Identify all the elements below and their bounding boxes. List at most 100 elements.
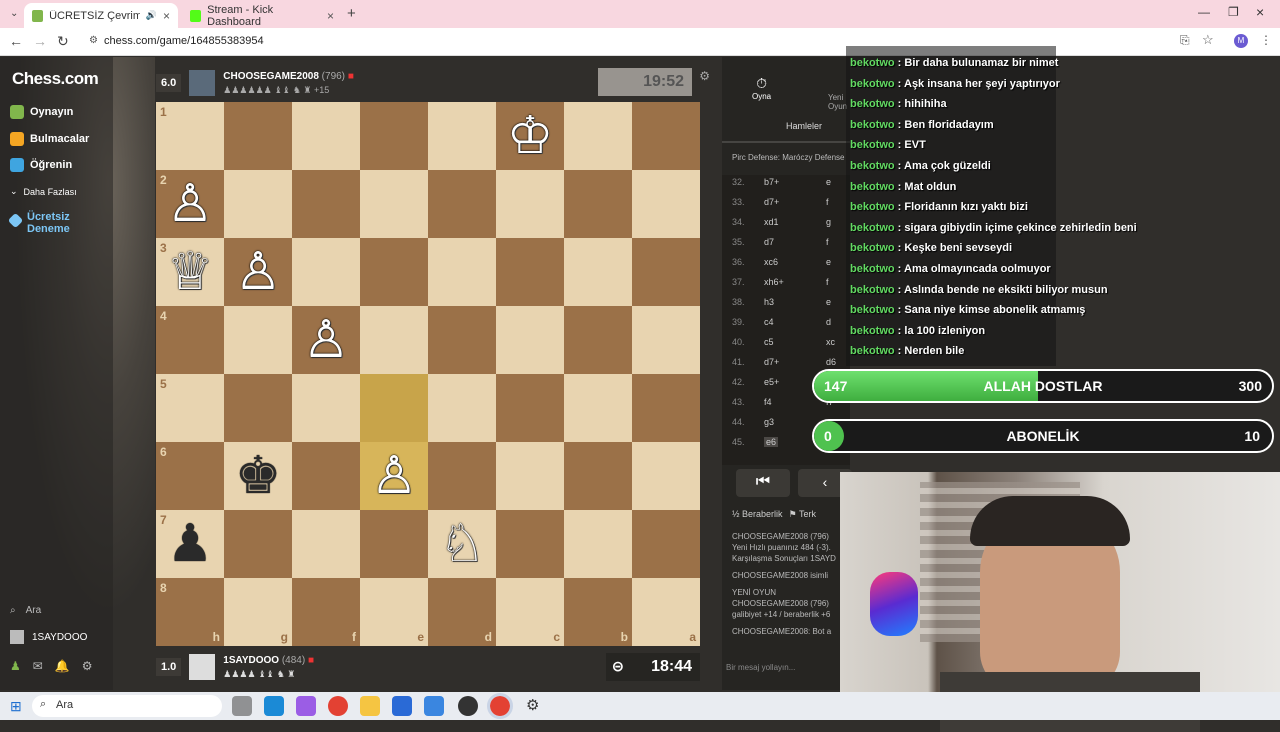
square-e2[interactable]: [360, 170, 428, 238]
square-h3[interactable]: 3 ♕: [156, 238, 224, 306]
opening-name[interactable]: Pirc Defense: Maróczy Defense: [732, 153, 850, 162]
square-a3[interactable]: [632, 238, 700, 306]
square-d3[interactable]: [428, 238, 496, 306]
move-row[interactable]: 35. d7 f: [732, 237, 829, 247]
audio-icon[interactable]: 🔊: [146, 10, 157, 21]
white-move[interactable]: f4: [764, 397, 816, 407]
copilot-icon[interactable]: [296, 696, 316, 716]
square-b8[interactable]: b: [564, 578, 632, 646]
white-move[interactable]: xd1: [764, 217, 816, 227]
square-e5[interactable]: [360, 374, 428, 442]
square-h6[interactable]: 6: [156, 442, 224, 510]
square-c8[interactable]: c: [496, 578, 564, 646]
white-piece[interactable]: ♙: [224, 238, 292, 306]
square-c1[interactable]: ♔: [496, 102, 564, 170]
black-move[interactable]: f: [826, 197, 829, 207]
move-row[interactable]: 39. c4 d: [732, 317, 831, 327]
reload-icon[interactable]: ↻: [57, 33, 69, 50]
resign-button[interactable]: ⚑ Terk: [789, 509, 816, 520]
square-f1[interactable]: [292, 102, 360, 170]
white-piece[interactable]: ♙: [156, 170, 224, 238]
black-move[interactable]: f: [826, 277, 829, 287]
sidebar-item-learn[interactable]: Öğrenin: [10, 158, 72, 172]
settings-icon[interactable]: ⚙: [82, 659, 93, 673]
move-row[interactable]: 45. e6: [732, 437, 788, 447]
white-move[interactable]: h3: [764, 297, 816, 307]
square-g5[interactable]: [224, 374, 292, 442]
square-e4[interactable]: [360, 306, 428, 374]
store-icon[interactable]: [424, 696, 444, 716]
square-b1[interactable]: [564, 102, 632, 170]
white-move[interactable]: xc6: [764, 257, 816, 267]
black-piece[interactable]: ♟: [156, 510, 224, 578]
windows-start-icon[interactable]: ⊞: [10, 698, 22, 715]
move-row[interactable]: 33. d7+ f: [732, 197, 829, 207]
forward-icon[interactable]: →: [33, 33, 47, 49]
settings-icon[interactable]: ⚙: [526, 696, 539, 714]
sidebar-item-puzzles[interactable]: Bulmacalar: [10, 132, 89, 146]
black-piece[interactable]: ♚: [224, 442, 292, 510]
chess-board[interactable]: 1 ♔ 2 ♙ 3 ♕ ♙ 4 ♙ 5 6 ♚ ♙ 7 ♟ ♘ 8 h g f e d c b a: [156, 102, 700, 646]
square-e1[interactable]: [360, 102, 428, 170]
chrome-icon[interactable]: [328, 696, 348, 716]
sidebar-item-play[interactable]: Oynayın: [10, 105, 73, 119]
square-f8[interactable]: f: [292, 578, 360, 646]
square-a5[interactable]: [632, 374, 700, 442]
white-move[interactable]: e6: [764, 437, 779, 447]
sidebar-search[interactable]: ⌕ Ara: [10, 605, 41, 616]
square-g6[interactable]: ♚: [224, 442, 292, 510]
square-e8[interactable]: e: [360, 578, 428, 646]
first-move-button[interactable]: ⏮: [736, 469, 790, 497]
white-piece[interactable]: ♙: [292, 306, 360, 374]
player-name[interactable]: CHOOSEGAME2008: [223, 71, 319, 82]
tab-kick[interactable]: Stream - Kick Dashboard ×: [182, 3, 342, 28]
square-a2[interactable]: [632, 170, 700, 238]
settings-icon[interactable]: ⚙: [699, 69, 710, 83]
task-view-icon[interactable]: [232, 696, 252, 716]
chrome-profile-icon[interactable]: [487, 693, 513, 719]
new-tab-icon[interactable]: +: [347, 5, 356, 22]
white-piece[interactable]: ♘: [428, 510, 496, 578]
draw-button[interactable]: ½ Beraberlik: [732, 509, 783, 520]
close-tab-icon[interactable]: ×: [163, 9, 170, 23]
square-e3[interactable]: [360, 238, 428, 306]
black-move[interactable]: g: [826, 217, 831, 227]
square-d6[interactable]: [428, 442, 496, 510]
square-c7[interactable]: [496, 510, 564, 578]
square-c4[interactable]: [496, 306, 564, 374]
square-a7[interactable]: [632, 510, 700, 578]
move-row[interactable]: 34. xd1 g: [732, 217, 831, 227]
sidebar-item-free-trial[interactable]: Ücretsiz Deneme: [7, 211, 100, 235]
move-row[interactable]: 38. h3 e: [732, 297, 831, 307]
friends-icon[interactable]: ♟: [10, 659, 21, 673]
move-row[interactable]: 36. xc6 e: [732, 257, 831, 267]
square-f3[interactable]: [292, 238, 360, 306]
black-move[interactable]: d6: [826, 357, 836, 367]
square-f4[interactable]: ♙: [292, 306, 360, 374]
menu-dots-icon[interactable]: ⋮: [1260, 33, 1272, 47]
black-move[interactable]: d: [826, 317, 831, 327]
chess-logo[interactable]: Chess.com: [12, 69, 99, 89]
black-move[interactable]: e: [826, 257, 831, 267]
tab-list-chevron-icon[interactable]: ⌄: [10, 8, 18, 19]
white-piece[interactable]: ♕: [156, 238, 224, 306]
square-b2[interactable]: [564, 170, 632, 238]
bookmark-star-icon[interactable]: ☆: [1202, 32, 1214, 48]
move-row[interactable]: 37. xh6+ f: [732, 277, 829, 287]
minimize-icon[interactable]: —: [1198, 5, 1210, 19]
bell-icon[interactable]: 🔔: [55, 659, 70, 673]
square-b5[interactable]: [564, 374, 632, 442]
square-g7[interactable]: [224, 510, 292, 578]
square-d7[interactable]: ♘: [428, 510, 496, 578]
square-h1[interactable]: 1: [156, 102, 224, 170]
white-piece[interactable]: ♔: [496, 102, 564, 170]
square-e7[interactable]: [360, 510, 428, 578]
square-c5[interactable]: [496, 374, 564, 442]
mail-icon[interactable]: ✉: [33, 659, 43, 673]
square-a6[interactable]: [632, 442, 700, 510]
mail-icon[interactable]: [392, 696, 412, 716]
square-c2[interactable]: [496, 170, 564, 238]
square-d5[interactable]: [428, 374, 496, 442]
white-move[interactable]: d7+: [764, 197, 816, 207]
tab-moves[interactable]: Hamleler: [786, 121, 822, 131]
